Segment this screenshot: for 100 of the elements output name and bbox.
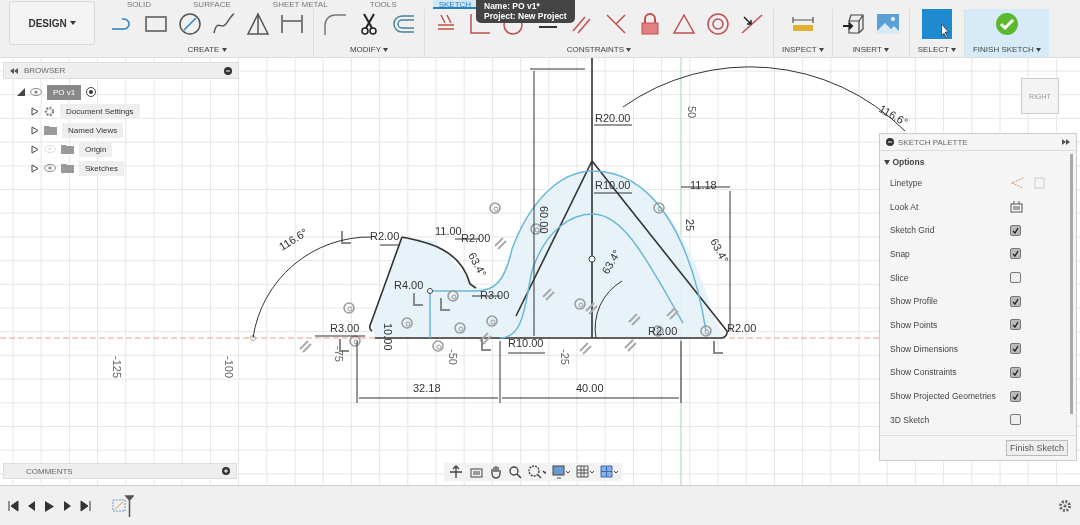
caret-icon[interactable]: [1036, 48, 1042, 52]
dimension-label[interactable]: R10.00: [508, 337, 544, 349]
circle-icon[interactable]: [177, 11, 203, 37]
tree-item-label[interactable]: Sketches: [79, 160, 124, 176]
expanded-triangle-icon[interactable]: [17, 88, 25, 96]
tree-item-label[interactable]: Document Settings: [60, 103, 140, 119]
group-menu-label[interactable]: INSPECT: [782, 45, 824, 57]
dimension-label[interactable]: R2.00: [370, 230, 400, 242]
axis-label: -25: [559, 349, 571, 365]
caret-icon[interactable]: [884, 160, 890, 165]
play-icon[interactable]: [44, 499, 55, 513]
caret-icon[interactable]: [883, 48, 889, 52]
dimension-label[interactable]: 63.4°: [466, 250, 489, 279]
dimension-label[interactable]: R4.00: [394, 279, 424, 291]
caret-icon[interactable]: [221, 48, 227, 52]
concentric-circles-icon[interactable]: [705, 11, 731, 37]
step-back-icon[interactable]: [26, 500, 37, 512]
checkbox[interactable]: [1010, 295, 1021, 307]
pan-hand-icon[interactable]: [489, 465, 502, 479]
checkbox[interactable]: [1010, 272, 1021, 284]
option-label: Snap: [890, 248, 911, 259]
eye-icon[interactable]: [44, 164, 56, 172]
toolbar-tab[interactable]: SHEET METAL: [266, 0, 334, 9]
section-header[interactable]: Options: [892, 157, 925, 167]
option-label: Show Projected Geometries: [890, 391, 997, 402]
folder-icon: [61, 144, 74, 154]
zoom-window-icon[interactable]: [528, 465, 546, 479]
dimension-label[interactable]: R3.00: [330, 322, 360, 334]
option-label: Look At: [890, 201, 920, 212]
axis-label: -100: [223, 356, 235, 379]
look-at-icon[interactable]: [1010, 200, 1023, 213]
checkbox[interactable]: [1010, 414, 1021, 426]
triangle-icon[interactable]: [671, 11, 697, 37]
checkbox[interactable]: [1010, 248, 1021, 260]
skip-to-end-icon[interactable]: [80, 500, 91, 512]
group-menu-label[interactable]: SELECT: [917, 45, 956, 57]
triangle-icon[interactable]: [245, 11, 271, 37]
viewports-icon[interactable]: [600, 465, 618, 479]
display-icon[interactable]: [552, 465, 570, 479]
caret-icon[interactable]: [383, 48, 389, 52]
orbit-icon[interactable]: [448, 465, 464, 479]
line-point-icon[interactable]: [739, 11, 765, 37]
minus-icon[interactable]: [224, 66, 232, 75]
box-arrow-icon[interactable]: [840, 11, 867, 37]
checkbox[interactable]: [1010, 366, 1021, 378]
checkbox[interactable]: [1010, 390, 1021, 402]
caret-icon[interactable]: [69, 21, 76, 25]
toolbar-tab[interactable]: SOLID: [121, 0, 157, 9]
toolbar-tab[interactable]: TOOLS: [363, 0, 403, 9]
dimension-label[interactable]: R2.00: [727, 322, 757, 334]
option-label: Show Constraints: [890, 367, 958, 378]
expand-icon[interactable]: [1062, 139, 1070, 145]
finish-sketch-button[interactable]: Finish Sketch: [1005, 440, 1068, 456]
eye-icon[interactable]: [30, 88, 42, 96]
dimension-label[interactable]: R20.00: [595, 112, 631, 124]
step-forward-icon[interactable]: [62, 500, 73, 512]
dimension-label[interactable]: 11.18: [690, 179, 717, 191]
dimension-label[interactable]: 11.00: [435, 225, 462, 237]
folder-icon: [61, 163, 74, 173]
plus-icon[interactable]: [222, 467, 230, 475]
dimension-label[interactable]: 40.00: [576, 382, 604, 394]
dimension-label[interactable]: 32.18: [413, 382, 441, 394]
look-at-icon[interactable]: [470, 466, 483, 478]
dimension-label[interactable]: 25: [684, 219, 696, 232]
dimension-label[interactable]: R2.00: [648, 325, 678, 337]
grid-icon[interactable]: [576, 465, 594, 479]
cursor-icon[interactable]: [921, 9, 952, 39]
group-menu-label[interactable]: INSERT: [852, 45, 889, 57]
workspace-menu-button[interactable]: DESIGN: [9, 1, 95, 45]
caret-icon[interactable]: [818, 48, 824, 52]
axis-label: -50: [447, 349, 459, 365]
group-menu-label[interactable]: MODIFY: [349, 45, 389, 57]
panel-title: SKETCH PALETTE: [898, 137, 969, 147]
dimension-label[interactable]: R3.00: [480, 289, 510, 301]
group-menu-label[interactable]: CREATE: [187, 45, 227, 57]
caret-icon[interactable]: [626, 48, 632, 52]
option-label: Show Points: [890, 319, 939, 330]
minus-icon[interactable]: [886, 138, 894, 146]
tree-item-label[interactable]: Named Views: [62, 122, 124, 138]
dimension-label[interactable]: R2.00: [461, 232, 491, 244]
dimension-label[interactable]: 63.4°: [708, 236, 731, 265]
skip-to-start-icon[interactable]: [8, 500, 19, 512]
group-menu-label[interactable]: CONSTRAINTS: [566, 45, 632, 57]
sketch-feature-icon[interactable]: [112, 494, 134, 518]
toolbar-tab[interactable]: SURFACE: [187, 0, 237, 9]
caret-icon[interactable]: [951, 48, 956, 52]
checkbox[interactable]: [1010, 343, 1021, 355]
settings-icon[interactable]: [1058, 499, 1072, 513]
checkbox[interactable]: [1010, 224, 1021, 236]
zoom-icon[interactable]: [508, 465, 522, 479]
collapse-icon[interactable]: [10, 67, 18, 74]
fillet-icon[interactable]: [322, 11, 348, 37]
dimension-label[interactable]: 10.00: [382, 323, 394, 351]
component-label[interactable]: PO v1: [47, 84, 82, 100]
dimension-label[interactable]: 60.00: [538, 206, 550, 234]
radio-icon[interactable]: [86, 87, 97, 97]
axis-label: 50: [686, 106, 698, 119]
checkbox[interactable]: [1010, 319, 1021, 331]
folder-icon: [44, 125, 57, 135]
check-icon[interactable]: [994, 11, 1021, 37]
